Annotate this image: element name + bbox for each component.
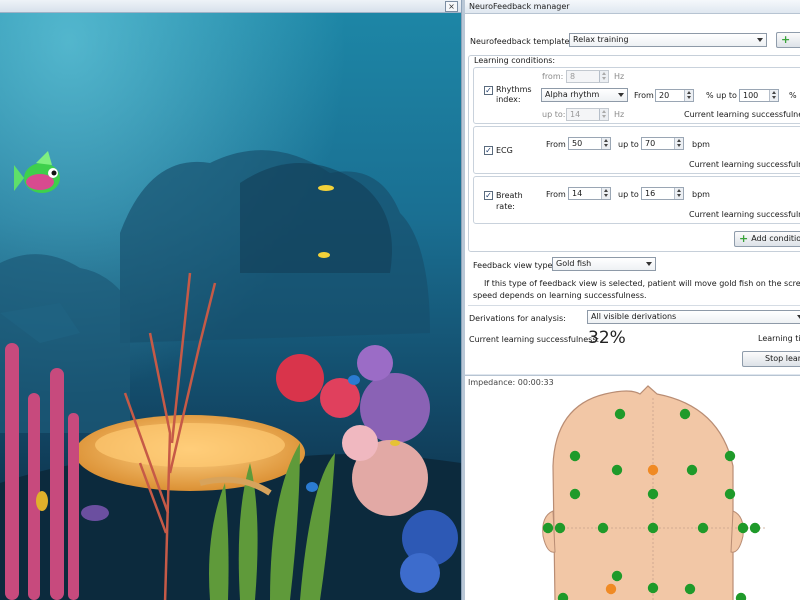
current-success-value: 32%	[588, 328, 626, 348]
rhythm-pct-unit: %	[789, 91, 797, 100]
learning-conditions-label: Learning conditions:	[474, 56, 556, 65]
chevron-down-icon	[646, 262, 652, 266]
close-window-button[interactable]: ×	[445, 1, 458, 12]
breath-unit: bpm	[692, 190, 710, 199]
learning-time-label: Learning time	[758, 334, 800, 343]
rhythm-pct-upto-label: % up to	[706, 91, 737, 100]
electrode	[597, 522, 609, 534]
plus-icon: +	[781, 33, 791, 46]
plus-icon: +	[739, 232, 749, 245]
electrode-warning	[605, 583, 617, 595]
rhythm-from-label: from:	[542, 72, 564, 81]
rhythm-select[interactable]: Alpha rhythm	[541, 88, 628, 102]
breath-success-label: Current learning successfulness:	[689, 210, 800, 219]
rhythm-pct-from-stepper[interactable]: 20	[655, 89, 694, 102]
stop-learning-button[interactable]: Stop learning	[742, 351, 800, 367]
breath-from-stepper[interactable]: 14	[568, 187, 611, 200]
electrode	[647, 488, 659, 500]
add-template-button[interactable]: +	[776, 32, 800, 48]
rhythms-condition: ✓ Rhythms index: from: 8 Hz Alpha rhythm…	[473, 67, 800, 124]
electrode	[542, 522, 554, 534]
electrode	[647, 522, 659, 534]
ecg-upto-stepper[interactable]: 70	[641, 137, 684, 150]
electrode	[647, 582, 659, 594]
electrode	[686, 464, 698, 476]
electrode	[569, 488, 581, 500]
derivations-select[interactable]: All visible derivations	[587, 310, 800, 324]
rhythms-label-line2: index:	[496, 95, 521, 104]
chevron-down-icon	[618, 93, 624, 97]
electrode	[614, 408, 626, 420]
electrode	[724, 450, 736, 462]
rhythm-success-label: Current learning successfulness:	[684, 110, 800, 119]
template-select-value: Relax training	[573, 35, 629, 44]
rhythm-upto-hz-unit: Hz	[614, 110, 625, 119]
derivations-label: Derivations for analysis:	[469, 314, 566, 323]
breath-from-label: From	[546, 190, 566, 199]
rhythms-label: Rhythms	[496, 85, 532, 94]
template-select[interactable]: Relax training	[569, 33, 767, 47]
rhythm-upto-label: up to:	[542, 110, 566, 119]
feedback-type-label: Feedback view type:	[473, 261, 556, 270]
feedback-type-select[interactable]: Gold fish	[552, 257, 656, 271]
neurofeedback-manager-panel: NeuroFeedback manager Neurofeedback temp…	[465, 0, 800, 374]
breath-label: Breath	[496, 191, 523, 200]
electrode	[611, 570, 623, 582]
rhythm-pct-upto-stepper[interactable]: 100	[739, 89, 779, 102]
ecg-label: ECG	[496, 146, 513, 155]
rhythm-upto-hz-stepper[interactable]: 14	[566, 108, 609, 121]
breath-condition: ✓ Breath rate: From 14 up to 16 bpm Curr…	[473, 176, 800, 224]
chevron-down-icon	[757, 38, 763, 42]
impedance-label: Impedance: 00:00:33	[468, 378, 554, 387]
ecg-condition: ✓ ECG From 50 up to 70 bpm Current learn…	[473, 126, 800, 174]
ecg-from-label: From	[546, 140, 566, 149]
aquarium-scene	[0, 13, 461, 600]
electrode	[569, 450, 581, 462]
feedback-description-line2: speed depends on learning successfulness…	[473, 291, 647, 300]
rhythms-checkbox[interactable]: ✓	[484, 86, 493, 95]
ecg-success-label: Current learning successfulness:	[689, 160, 800, 169]
electrode-warning	[647, 464, 659, 476]
ecg-checkbox[interactable]: ✓	[484, 146, 493, 155]
breath-upto-label: up to	[618, 190, 639, 199]
electrode	[735, 592, 747, 600]
rhythm-pct-from-label: From	[634, 91, 654, 100]
feedback-description-line1: If this type of feedback view is selecte…	[484, 279, 800, 288]
add-condition-button[interactable]: +Add condition	[734, 231, 800, 247]
electrode	[724, 488, 736, 500]
electrode	[684, 583, 696, 595]
separator	[468, 305, 800, 306]
rhythm-from-hz-stepper[interactable]: 8	[566, 70, 609, 83]
aquarium-titlebar: ×	[0, 0, 461, 13]
electrode	[554, 522, 566, 534]
ecg-upto-label: up to	[618, 140, 639, 149]
electrode	[697, 522, 709, 534]
electrode	[679, 408, 691, 420]
electrode	[611, 464, 623, 476]
aquarium-feedback-window: ×	[0, 0, 461, 600]
panel-titlebar: NeuroFeedback manager	[465, 0, 800, 14]
breath-upto-stepper[interactable]: 16	[641, 187, 684, 200]
learning-conditions-group: Learning conditions: ✓ Rhythms index: fr…	[468, 55, 800, 252]
ecg-from-stepper[interactable]: 50	[568, 137, 611, 150]
red-coral	[276, 354, 324, 402]
impedance-panel: Impedance: 00:00:33	[465, 375, 800, 600]
breath-checkbox[interactable]: ✓	[484, 191, 493, 200]
breath-label-line2: rate:	[496, 202, 515, 211]
current-success-label: Current learning successfulness:	[469, 335, 600, 344]
panel-title: NeuroFeedback manager	[469, 2, 570, 11]
electrode	[749, 522, 761, 534]
rhythm-from-hz-unit: Hz	[614, 72, 625, 81]
template-label: Neurofeedback template:	[470, 37, 573, 46]
ecg-unit: bpm	[692, 140, 710, 149]
head-map	[542, 385, 765, 600]
electrode	[737, 522, 749, 534]
